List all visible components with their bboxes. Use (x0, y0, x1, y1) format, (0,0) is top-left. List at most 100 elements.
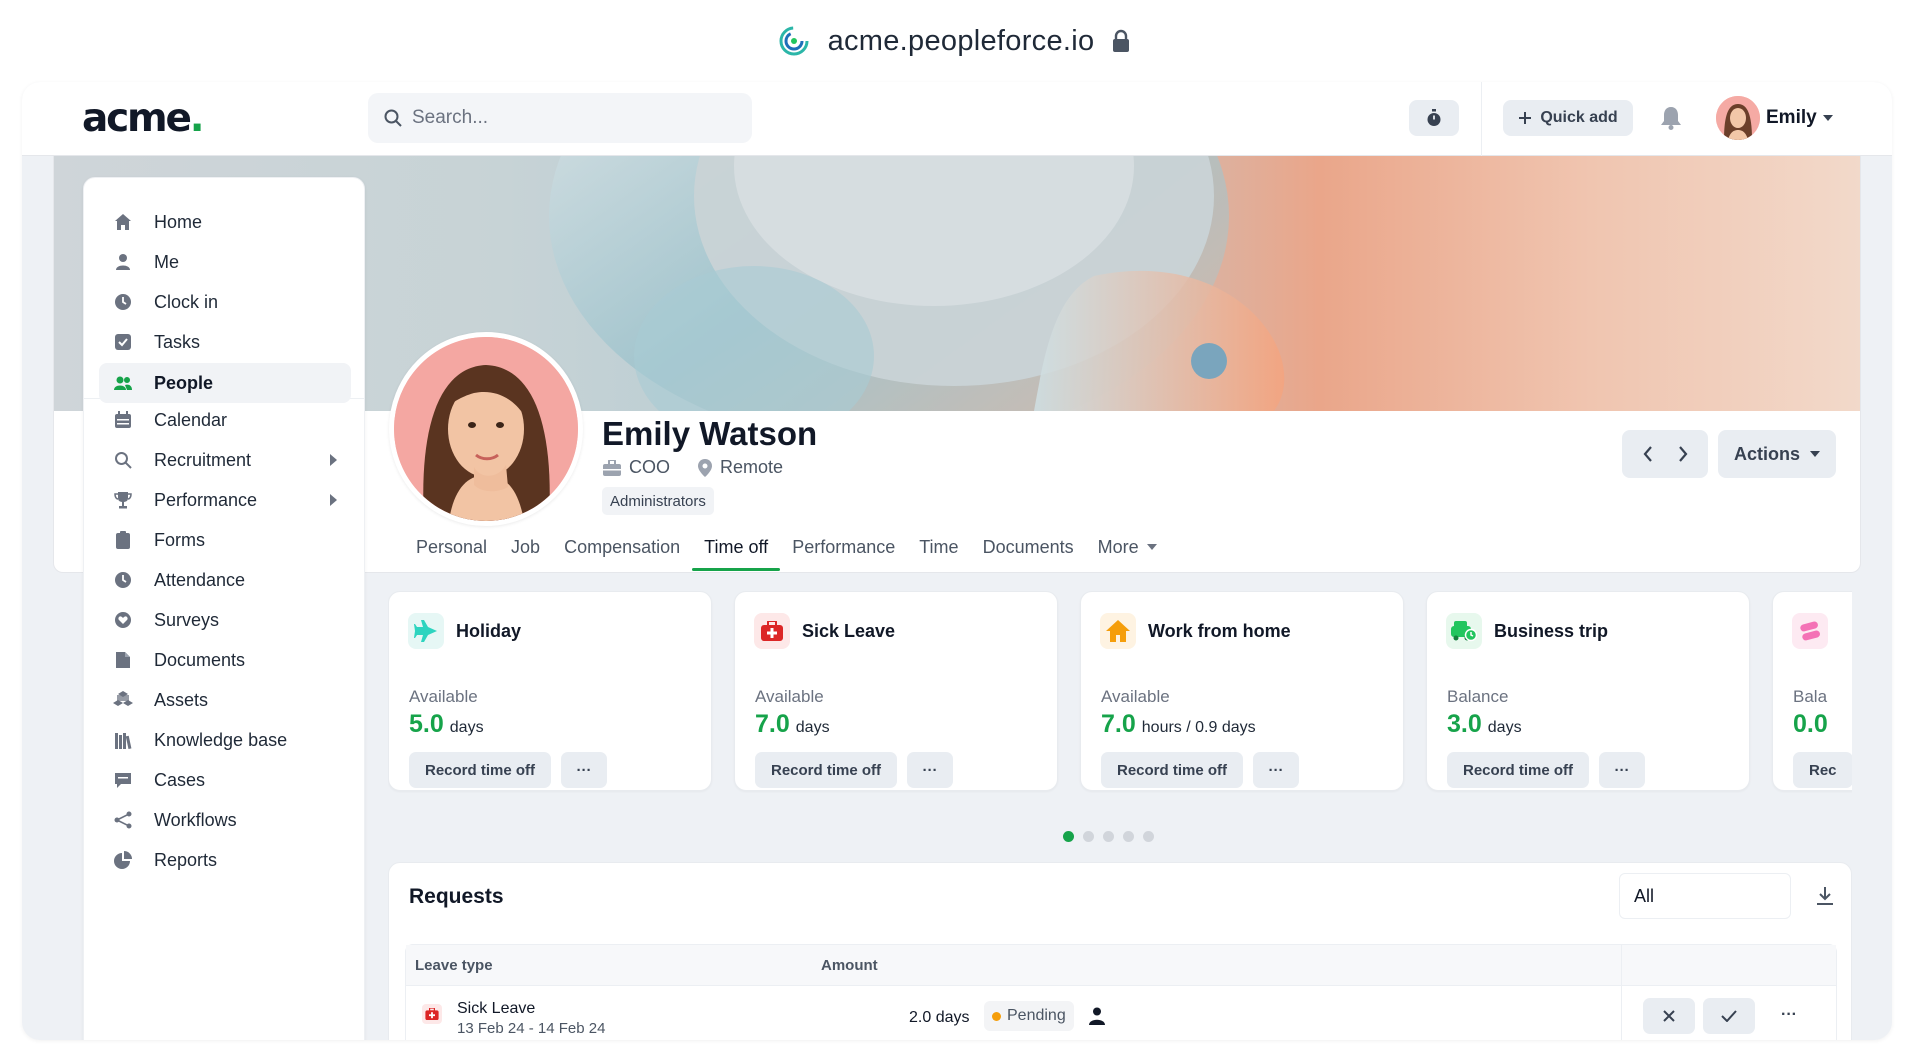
sidebar-item-recruitment[interactable]: Recruitment (99, 440, 351, 480)
tab-more[interactable]: More (1086, 523, 1169, 571)
leave-amount: 2.0 days (909, 1009, 970, 1026)
sidebar-item-reports[interactable]: Reports (99, 840, 351, 880)
chevron-down-icon (1146, 544, 1157, 550)
sidebar-item-tasks[interactable]: Tasks (99, 322, 351, 362)
person-icon[interactable] (1089, 1007, 1105, 1025)
record-time-off-button[interactable]: Rec (1793, 752, 1852, 788)
tab-performance[interactable]: Performance (780, 523, 907, 571)
sidebar-item-label: Surveys (154, 609, 220, 630)
divider (1481, 82, 1482, 156)
sidebar-item-label: Recruitment (154, 449, 252, 470)
actions-label: Actions (1733, 443, 1800, 464)
more-options-button[interactable]: ··· (907, 752, 953, 788)
balance-label: Bala (1793, 687, 1828, 706)
sidebar-item-cases[interactable]: Cases (99, 760, 351, 800)
more-options-button[interactable]: ··· (1599, 752, 1645, 788)
sidebar-item-assets[interactable]: Assets (99, 680, 351, 720)
sidebar-item-label: Reports (154, 849, 218, 870)
profile-photo[interactable] (389, 332, 583, 526)
sidebar-item-people[interactable]: People (99, 363, 351, 403)
record-time-off-button[interactable]: Record time off (1101, 752, 1244, 788)
table-row[interactable]: Sick Leave 13 Feb 24 - 14 Feb 24 2.0 day… (406, 986, 1836, 1040)
reject-button[interactable] (1643, 998, 1695, 1034)
carousel-dot[interactable] (1143, 831, 1154, 842)
leave-type-title: Sick Leave (802, 621, 896, 641)
check-icon (1721, 1010, 1737, 1022)
search-icon (384, 109, 402, 127)
balance-label: Balance (1447, 687, 1509, 706)
sidebar-item-surveys[interactable]: Surveys (99, 600, 351, 640)
row-more-button[interactable]: ··· (1781, 1006, 1797, 1024)
leave-card-partial: Bala 0.0 Rec (1772, 591, 1852, 791)
sidebar-item-home[interactable]: Home (99, 202, 351, 242)
timer-button[interactable] (1409, 100, 1459, 136)
quick-add-button[interactable]: Quick add (1503, 100, 1633, 136)
sidebar-item-clock-in[interactable]: Clock in (99, 282, 351, 322)
lock-icon (1113, 29, 1130, 52)
search-box[interactable] (368, 93, 752, 143)
close-icon (1663, 1010, 1675, 1022)
user-menu[interactable]: Emily (1716, 96, 1833, 140)
carousel-dot[interactable] (1123, 831, 1134, 842)
download-icon[interactable] (1816, 886, 1834, 906)
sidebar-item-calendar[interactable]: Calendar (99, 400, 351, 440)
user-icon (113, 252, 133, 272)
sidebar-item-label: Forms (154, 529, 205, 550)
clock-icon (113, 292, 133, 312)
tab-personal[interactable]: Personal (404, 523, 499, 571)
sidebar-item-attendance[interactable]: Attendance (99, 560, 351, 600)
balance-label: Available (755, 687, 824, 706)
column-header-amount[interactable]: Amount (821, 957, 878, 974)
record-time-off-button[interactable]: Record time off (409, 752, 552, 788)
pills-icon (1792, 613, 1828, 649)
employee-meta: COO Remote (603, 457, 783, 478)
leave-type-title: Business trip (1494, 621, 1609, 641)
sidebar-item-label: Me (154, 251, 180, 272)
tab-time[interactable]: Time (907, 523, 970, 571)
column-header-leave-type[interactable]: Leave type (415, 957, 493, 974)
chevron-right-icon[interactable] (1678, 446, 1688, 462)
sidebar-item-label: Performance (154, 489, 258, 510)
record-time-off-button[interactable]: Record time off (755, 752, 898, 788)
house-icon (1100, 613, 1136, 649)
balance-amount: 0.0 (1793, 710, 1828, 738)
status-badge: Pending (984, 1001, 1074, 1031)
sidebar-item-me[interactable]: Me (99, 242, 351, 282)
sidebar-item-label: Assets (154, 689, 209, 710)
sidebar-item-performance[interactable]: Performance (99, 480, 351, 520)
user-name: Emily (1766, 107, 1817, 128)
more-options-button[interactable]: ··· (561, 752, 607, 788)
sidebar-item-knowledge-base[interactable]: Knowledge base (99, 720, 351, 760)
acme-logo[interactable]: acme. (82, 96, 204, 141)
carousel-dot[interactable] (1083, 831, 1094, 842)
sidebar-item-forms[interactable]: Forms (99, 520, 351, 560)
heart-icon (113, 610, 133, 630)
carousel-dot[interactable] (1103, 831, 1114, 842)
search-input[interactable] (412, 107, 712, 129)
chevron-left-icon[interactable] (1643, 446, 1653, 462)
tab-documents[interactable]: Documents (971, 523, 1086, 571)
leave-card-holiday: Holiday Available 5.0 days Record time of… (388, 591, 712, 791)
people-icon (113, 373, 133, 393)
balance-amount: 7.0 days (755, 710, 830, 738)
sidebar-item-workflows[interactable]: Workflows (99, 800, 351, 840)
workflow-icon (113, 810, 133, 830)
record-time-off-button[interactable]: Record time off (1447, 752, 1590, 788)
approve-button[interactable] (1703, 998, 1755, 1034)
tab-time-off[interactable]: Time off (692, 523, 781, 571)
actions-button[interactable]: Actions (1718, 430, 1836, 478)
leave-type-name: Sick Leave (457, 1000, 536, 1017)
balance-amount: 7.0 hours / 0.9 days (1101, 710, 1256, 738)
bell-icon[interactable] (1660, 105, 1682, 131)
sidebar-item-label: Documents (154, 649, 246, 670)
calendar-icon (113, 410, 133, 430)
requests-filter-select[interactable]: All (1619, 873, 1791, 919)
employee-location: Remote (720, 457, 784, 477)
chevron-right-icon (330, 454, 337, 466)
carousel-dot[interactable] (1063, 831, 1074, 842)
more-options-button[interactable]: ··· (1253, 752, 1299, 788)
tab-compensation[interactable]: Compensation (552, 523, 692, 571)
url-text[interactable]: acme.peopleforce.io (828, 25, 1095, 58)
tab-job[interactable]: Job (499, 523, 552, 571)
sidebar-item-documents[interactable]: Documents (99, 640, 351, 680)
